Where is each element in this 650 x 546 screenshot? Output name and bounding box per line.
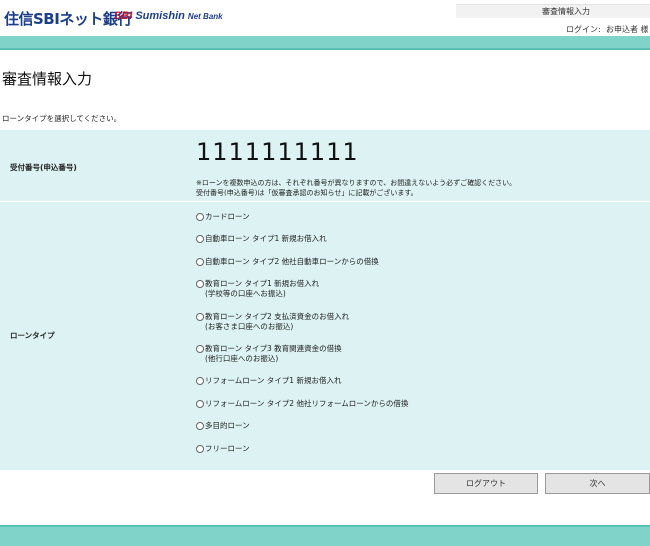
loan-option-text: 教育ローン タイプ2 支払済資金のお借入れ (お客さま口座へのお振込) — [205, 312, 349, 332]
footer-accent-bar — [0, 525, 650, 546]
loan-option-label: 教育ローン タイプ1 新規お借入れ — [205, 279, 320, 288]
radio-button[interactable] — [196, 313, 204, 321]
loan-option-auto-refinance[interactable]: 自動車ローン タイプ2 他社自動車ローンからの借換 — [196, 257, 379, 267]
bank-logo-japanese: 住信SBIネット銀行 — [4, 10, 132, 28]
radio-button[interactable] — [196, 345, 204, 353]
loan-option-education-refinance[interactable]: 教育ローン タイプ3 教育関連資金の借換 (他行口座へのお振込) — [196, 344, 342, 364]
loan-option-reform-refinance[interactable]: リフォームローン タイプ2 他社リフォームローンからの借換 — [196, 399, 408, 409]
bank-logo-english: SBI Sumishin Net Bank — [114, 10, 223, 22]
radio-button[interactable] — [196, 445, 204, 453]
loan-option-education-new[interactable]: 教育ローン タイプ1 新規お借入れ (学校等の口座へお振込) — [196, 279, 319, 299]
logout-button[interactable]: ログアウト — [434, 473, 538, 494]
loan-option-label: カードローン — [205, 212, 250, 221]
loan-option-label: 教育ローン タイプ3 教育関連資金の借換 — [205, 344, 342, 353]
row-separator — [0, 201, 650, 202]
application-number-note: ※ローンを複数申込の方は、それぞれ番号が異なりますので、お間違えないよう必ずご確… — [196, 178, 516, 198]
note-line-1: ※ローンを複数申込の方は、それぞれ番号が異なりますので、お間違えないよう必ずご確… — [196, 179, 517, 187]
loan-option-reform-new[interactable]: リフォームローン タイプ1 新規お借入れ — [196, 376, 341, 386]
login-user-name: お申込者 様 — [606, 25, 649, 34]
loan-type-label: ローンタイプ — [10, 331, 55, 340]
netbank-logo-text: Net Bank — [187, 12, 223, 21]
loan-option-label: リフォームローン タイプ2 他社リフォームローンからの借換 — [205, 399, 409, 408]
loan-option-multipurpose[interactable]: 多目的ローン — [196, 421, 250, 431]
radio-button[interactable] — [196, 258, 204, 266]
loan-option-sublabel: (他行口座へのお振込) — [205, 354, 279, 363]
loan-option-label: 自動車ローン タイプ1 新規お借入れ — [205, 234, 327, 243]
radio-button[interactable] — [196, 213, 204, 221]
next-button[interactable]: 次へ — [545, 473, 650, 494]
header: 住信SBIネット銀行 SBI Sumishin Net Bank 審査情報入力 ロ… — [0, 0, 650, 36]
loan-option-education-paid[interactable]: 教育ローン タイプ2 支払済資金のお借入れ (お客さま口座へのお振込) — [196, 312, 349, 332]
loan-option-auto-new[interactable]: 自動車ローン タイプ1 新規お借入れ — [196, 234, 327, 244]
loan-option-label: リフォームローン タイプ1 新規お借入れ — [205, 376, 342, 385]
loan-option-text: 教育ローン タイプ1 新規お借入れ (学校等の口座へお振込) — [205, 279, 319, 299]
loan-option-card[interactable]: カードローン — [196, 212, 250, 222]
sbi-logo-mark: SBI — [114, 10, 133, 22]
screen-name-box: 審査情報入力 — [456, 4, 650, 18]
radio-button[interactable] — [196, 280, 204, 288]
note-line-2: 受付番号(申込番号)は「仮審査承認のお知らせ」に記載がございます。 — [196, 189, 418, 197]
loan-option-sublabel: (学校等の口座へお振込) — [205, 289, 286, 298]
sumishin-logo-text: Sumishin — [135, 10, 185, 22]
loan-option-text: 教育ローン タイプ3 教育関連資金の借換 (他行口座へのお振込) — [205, 344, 342, 364]
loan-option-sublabel: (お客さま口座へのお振込) — [205, 322, 294, 331]
loan-form-table: 受付番号(申込番号) 1111111111 ※ローンを複数申込の方は、それぞれ番… — [0, 130, 650, 470]
loan-option-free[interactable]: フリーローン — [196, 444, 250, 454]
radio-button[interactable] — [196, 235, 204, 243]
screen-name: 審査情報入力 — [542, 7, 590, 16]
radio-button[interactable] — [196, 400, 204, 408]
loan-option-label: 教育ローン タイプ2 支払済資金のお借入れ — [205, 312, 350, 321]
page-title: 審査情報入力 — [2, 70, 93, 88]
radio-button[interactable] — [196, 377, 204, 385]
radio-button[interactable] — [196, 422, 204, 430]
loan-option-label: 多目的ローン — [205, 421, 250, 430]
application-number-label: 受付番号(申込番号) — [10, 163, 77, 172]
login-label: ログイン: — [566, 25, 601, 34]
loan-option-label: フリーローン — [205, 444, 250, 453]
instruction-text: ローンタイプを選択してください。 — [2, 114, 122, 123]
loan-option-label: 自動車ローン タイプ2 他社自動車ローンからの借換 — [205, 257, 379, 266]
header-accent-bar — [0, 36, 650, 50]
application-number-value: 1111111111 — [196, 138, 359, 166]
